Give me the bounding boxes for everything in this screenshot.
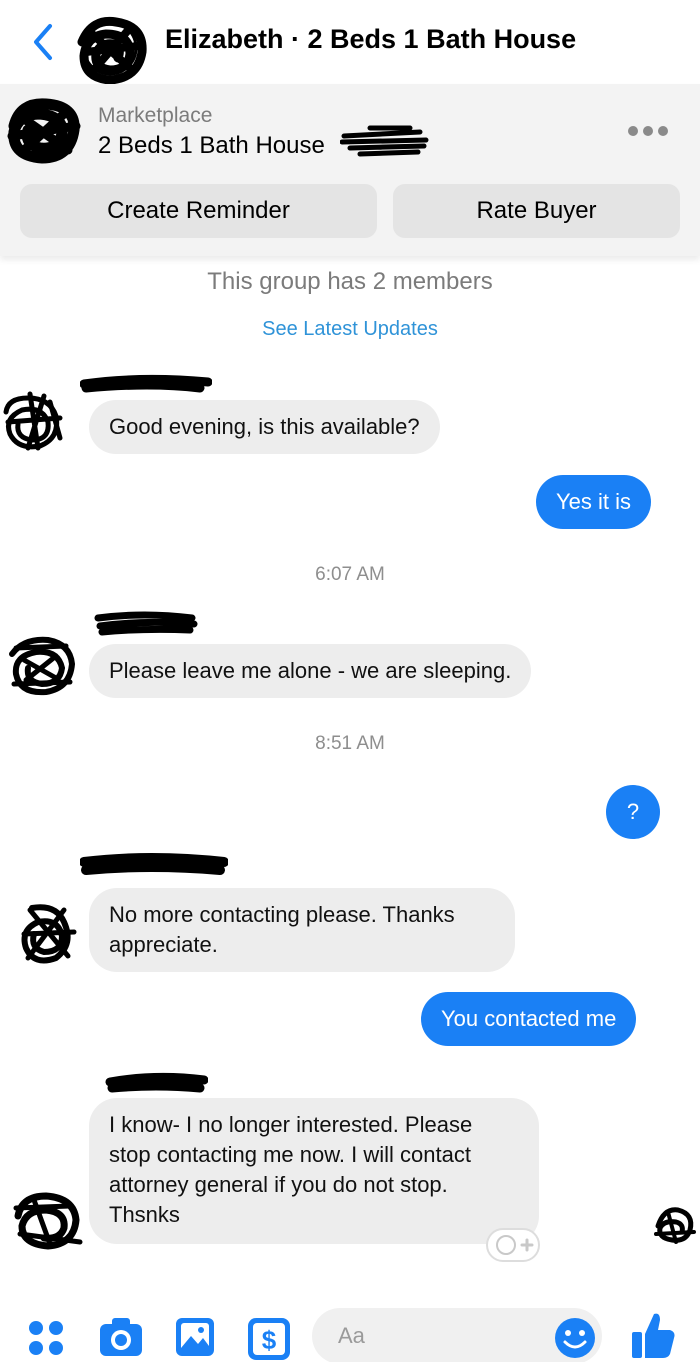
price-redaction-scribble	[340, 125, 429, 157]
timestamp: 8:51 AM	[315, 733, 385, 754]
rate-buyer-button[interactable]: Rate Buyer	[393, 184, 680, 238]
timestamp: 6:07 AM	[315, 564, 385, 585]
add-reaction-icon[interactable]	[486, 1228, 540, 1262]
chat-title[interactable]: Elizabeth · 2 Beds 1 Bath House	[165, 24, 576, 55]
listing-name[interactable]: 2 Beds 1 Bath House	[98, 132, 325, 160]
message-composer: $	[0, 1286, 700, 1362]
camera-icon[interactable]	[98, 1316, 144, 1358]
sender-avatar[interactable]	[12, 900, 88, 966]
listing-card: Marketplace 2 Beds 1 Bath House Create R…	[0, 84, 700, 256]
apps-icon[interactable]	[26, 1318, 66, 1358]
sender-name-redaction	[105, 1072, 208, 1093]
listing-thumbnail[interactable]	[6, 96, 82, 164]
sender-avatar[interactable]	[0, 388, 76, 454]
group-info: This group has 2 members	[207, 268, 493, 295]
create-reminder-button[interactable]: Create Reminder	[20, 184, 377, 238]
listing-kicker: Marketplace	[98, 104, 213, 127]
chat-header: Elizabeth · 2 Beds 1 Bath House	[0, 0, 700, 84]
sender-avatar[interactable]	[4, 632, 80, 698]
thumbs-up-icon[interactable]	[630, 1310, 676, 1360]
incoming-message-bubble[interactable]: I know- I no longer interested. Please s…	[89, 1098, 539, 1244]
more-dots-icon[interactable]	[625, 120, 671, 142]
outgoing-message-bubble[interactable]: Yes it is	[536, 475, 652, 529]
outgoing-message-bubble[interactable]: ?	[606, 785, 660, 839]
see-latest-updates-link[interactable]: See Latest Updates	[0, 318, 700, 341]
svg-text:$: $	[262, 1325, 277, 1355]
chevron-left-icon[interactable]	[28, 22, 58, 62]
read-receipt-avatar	[654, 1207, 696, 1244]
contact-avatar[interactable]	[72, 12, 150, 84]
sender-name-redaction	[94, 611, 198, 636]
emoji-icon[interactable]	[553, 1316, 597, 1360]
incoming-message-bubble[interactable]: Good evening, is this available?	[89, 400, 440, 454]
sender-name-redaction	[80, 374, 212, 393]
photo-icon[interactable]	[174, 1316, 216, 1358]
outgoing-message-bubble[interactable]: You contacted me	[421, 992, 637, 1046]
incoming-message-bubble[interactable]: Please leave me alone - we are sleeping.	[89, 644, 532, 698]
sender-avatar[interactable]	[10, 1186, 86, 1252]
incoming-message-bubble[interactable]: No more contacting please. Thanks apprec…	[89, 888, 515, 972]
message-thread[interactable]: This group has 2 members See Latest Upda…	[0, 252, 700, 1286]
payment-icon[interactable]: $	[246, 1316, 292, 1362]
sender-name-redaction	[80, 853, 228, 875]
